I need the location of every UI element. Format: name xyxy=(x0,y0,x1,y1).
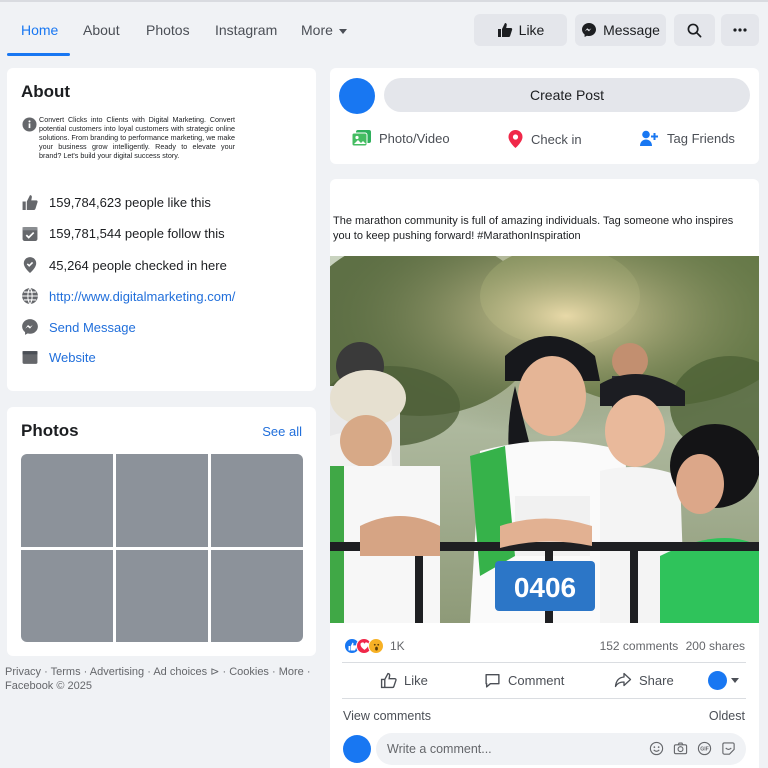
camera-icon[interactable] xyxy=(673,741,688,756)
tag-friends-label: Tag Friends xyxy=(667,131,735,146)
avatar xyxy=(343,735,371,763)
browser-icon xyxy=(22,351,38,364)
post-as-selector[interactable] xyxy=(708,671,739,690)
post-photo[interactable]: 0406 xyxy=(330,256,759,623)
comment-label: Comment xyxy=(508,673,565,688)
thumbs-up-icon xyxy=(22,195,38,210)
check-in-button[interactable]: Check in xyxy=(508,130,582,148)
thumbs-up-icon xyxy=(497,23,512,37)
search-button[interactable] xyxy=(674,14,715,46)
marathon-photo: 0406 xyxy=(330,256,759,623)
caret-down-icon xyxy=(731,678,739,683)
wow-reaction-icon xyxy=(368,638,384,654)
sort-comments-oldest[interactable]: Oldest xyxy=(709,709,745,723)
create-post-button[interactable]: Create Post xyxy=(384,78,750,112)
bib-number: 0406 xyxy=(514,572,576,603)
website-url-link[interactable]: http://www.digitalmarketing.com/ xyxy=(49,289,235,304)
photo-video-label: Photo/Video xyxy=(379,131,450,146)
website-link[interactable]: Website xyxy=(49,350,96,365)
see-all-link[interactable]: See all xyxy=(262,424,302,439)
photo-video-button[interactable]: Photo/Video xyxy=(352,130,450,147)
check-in-label: Check in xyxy=(531,131,582,147)
post-text: The marathon community is full of amazin… xyxy=(333,215,734,242)
share-button[interactable]: Share xyxy=(614,672,674,688)
engagement-counts: 152 comments 200 shares xyxy=(600,639,745,653)
active-tab-indicator xyxy=(7,53,70,56)
like-page-button[interactable]: Like xyxy=(474,14,567,46)
share-icon xyxy=(614,672,632,688)
thumbs-up-outline-icon xyxy=(380,672,397,689)
checkins-count: 45,264 people checked in here xyxy=(49,257,227,273)
photo-grid xyxy=(21,454,303,642)
photos-card: Photos See all xyxy=(7,407,316,656)
tag-friends-icon xyxy=(640,130,658,146)
comment-button[interactable]: Comment xyxy=(484,672,564,689)
comment-placeholder: Write a comment... xyxy=(387,742,492,756)
avatar xyxy=(708,671,727,690)
comments-count[interactable]: 152 comments xyxy=(600,639,679,653)
messenger-icon xyxy=(582,23,597,37)
emoji-icon[interactable] xyxy=(649,741,664,756)
tab-instagram[interactable]: Instagram xyxy=(215,22,277,38)
tag-friends-button[interactable]: Tag Friends xyxy=(640,130,735,147)
tab-about[interactable]: About xyxy=(83,22,120,38)
photo-thumbnail[interactable] xyxy=(211,549,303,642)
view-comments-link[interactable]: View comments xyxy=(343,709,431,723)
svg-text:GIF: GIF xyxy=(700,747,709,753)
tab-more[interactable]: More xyxy=(301,22,347,38)
photo-thumbnail[interactable] xyxy=(116,549,208,642)
shares-count[interactable]: 200 shares xyxy=(686,639,745,653)
website-row[interactable]: Website xyxy=(21,349,96,366)
website-url-row[interactable]: http://www.digitalmarketing.com/ xyxy=(21,287,235,305)
info-icon xyxy=(22,117,37,137)
post-card: The marathon community is full of amazin… xyxy=(330,179,759,768)
location-pin-icon xyxy=(23,257,37,273)
photo-thumbnail[interactable] xyxy=(211,454,303,547)
reaction-count: 1K xyxy=(390,639,405,653)
about-title: About xyxy=(21,82,71,101)
tab-photos[interactable]: Photos xyxy=(146,22,190,38)
share-label: Share xyxy=(639,672,674,688)
caret-down-icon xyxy=(338,28,347,34)
message-page-button[interactable]: Message xyxy=(575,14,666,46)
like-page-label: Like xyxy=(518,22,545,38)
follows-count: 159,781,544 people follow this xyxy=(49,226,225,241)
messenger-icon xyxy=(22,319,38,335)
checkins-row: 45,264 people checked in here xyxy=(21,256,227,274)
more-options-button[interactable] xyxy=(721,14,759,46)
comment-input[interactable]: Write a comment... GIF xyxy=(376,733,746,765)
top-nav: Home About Photos Instagram More Like Me… xyxy=(0,0,768,56)
divider xyxy=(342,662,746,663)
avatar[interactable] xyxy=(339,78,375,114)
comment-icon xyxy=(485,673,500,688)
photo-thumbnail[interactable] xyxy=(116,454,208,547)
follow-check-icon xyxy=(22,227,38,241)
follows-row: 159,781,544 people follow this xyxy=(21,225,225,242)
message-page-label: Message xyxy=(603,22,660,38)
photos-title: Photos xyxy=(21,421,79,440)
location-pin-icon xyxy=(508,130,523,148)
like-button[interactable]: Like xyxy=(380,672,428,689)
like-label: Like xyxy=(404,673,428,688)
globe-icon xyxy=(22,287,38,305)
photo-thumbnail[interactable] xyxy=(21,549,113,642)
ellipsis-icon xyxy=(733,28,747,32)
photo-icon xyxy=(352,130,371,147)
footer-links[interactable]: Privacy · Terms · Advertising · Ad choic… xyxy=(5,665,315,693)
search-icon xyxy=(687,23,702,37)
reaction-summary[interactable]: 1K xyxy=(344,638,405,654)
send-message-link[interactable]: Send Message xyxy=(49,320,136,335)
photo-thumbnail[interactable] xyxy=(21,454,113,547)
divider xyxy=(342,698,746,699)
send-message-row[interactable]: Send Message xyxy=(21,318,136,336)
likes-row: 159,784,623 people like this xyxy=(21,194,211,211)
likes-count: 159,784,623 people like this xyxy=(49,195,211,210)
gif-icon[interactable]: GIF xyxy=(697,741,712,756)
tab-more-label: More xyxy=(301,22,333,38)
tab-home[interactable]: Home xyxy=(21,22,58,38)
create-post-card: Create Post Photo/Video Check in Tag Fri… xyxy=(330,68,759,164)
sticker-icon[interactable] xyxy=(721,741,736,756)
about-description: Convert Clicks into Clients with Digital… xyxy=(39,115,235,160)
